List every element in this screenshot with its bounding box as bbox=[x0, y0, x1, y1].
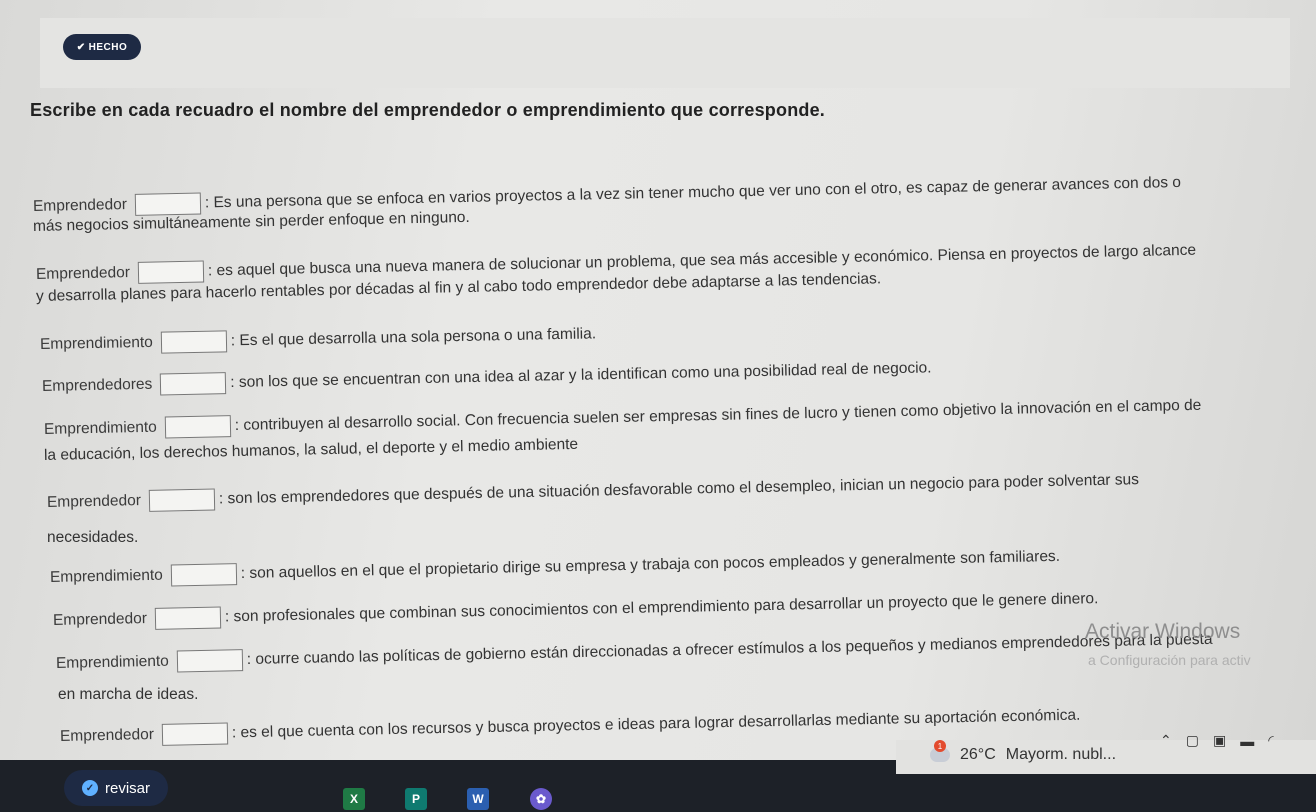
item-label: Emprendedor bbox=[32, 196, 128, 215]
instruction-title: Escribe en cada recuadro el nombre del e… bbox=[30, 100, 826, 120]
item-label: Emprendedores bbox=[41, 375, 153, 395]
paint-icon[interactable]: ✿ bbox=[530, 788, 552, 810]
done-button[interactable]: ✔ HECHO bbox=[63, 34, 141, 60]
answer-box[interactable] bbox=[164, 415, 232, 439]
header-strip bbox=[40, 18, 1290, 88]
answer-box[interactable] bbox=[148, 488, 216, 512]
item-label: Emprendimiento bbox=[39, 333, 153, 353]
meet-icon[interactable]: ▢ bbox=[1186, 732, 1199, 749]
chevron-up-icon[interactable]: ⌃ bbox=[1160, 732, 1172, 749]
wifi-icon[interactable]: ◜ bbox=[1268, 732, 1273, 749]
answer-box[interactable] bbox=[161, 722, 229, 746]
item-label: Emprendimiento bbox=[55, 652, 170, 672]
check-circle-icon: ✓ bbox=[81, 780, 98, 796]
notification-badge: 1 bbox=[934, 740, 946, 752]
item-continuation: necesidades. bbox=[47, 529, 139, 546]
weather-text: Mayorm. nubl... bbox=[1005, 746, 1117, 763]
answer-box[interactable] bbox=[134, 192, 202, 216]
answer-box[interactable] bbox=[176, 649, 244, 673]
item-definition: : Es el que desarrolla una sola persona … bbox=[230, 325, 597, 350]
publisher-icon[interactable]: P bbox=[405, 788, 427, 810]
item-label: Emprendedor bbox=[35, 264, 131, 283]
review-label: revisar bbox=[104, 779, 150, 797]
tray-icons: ⌃ ▢ ▣ ▬ ◜ bbox=[1160, 732, 1274, 749]
item-label: Emprendedor bbox=[59, 726, 155, 745]
answer-box[interactable] bbox=[170, 563, 238, 587]
answer-box[interactable] bbox=[160, 372, 227, 396]
battery-icon[interactable]: ▬ bbox=[1240, 733, 1254, 749]
answer-box[interactable] bbox=[160, 330, 228, 354]
language-icon[interactable]: ▣ bbox=[1213, 732, 1226, 749]
done-label: HECHO bbox=[88, 41, 128, 53]
item-label: Emprendedor bbox=[52, 610, 148, 629]
review-button[interactable]: ✓ revisar bbox=[64, 770, 168, 806]
item-label: Emprendimiento bbox=[49, 566, 164, 586]
cloud-icon: 1 bbox=[930, 740, 950, 762]
activation-watermark-title: Activar Windows bbox=[1085, 620, 1241, 643]
item-label: Emprendedor bbox=[46, 492, 142, 511]
excel-icon[interactable]: X bbox=[343, 788, 365, 810]
answer-box[interactable] bbox=[137, 260, 205, 284]
check-icon: ✔ bbox=[76, 41, 86, 53]
activation-watermark-text: a Configuración para activ bbox=[1088, 652, 1251, 668]
word-icon[interactable]: W bbox=[467, 788, 489, 810]
temperature: 26°C bbox=[960, 746, 996, 763]
weather-widget[interactable]: 1 26°C Mayorm. nubl... bbox=[930, 740, 1117, 764]
item-label: Emprendimiento bbox=[43, 418, 158, 438]
item-continuation: en marcha de ideas. bbox=[58, 686, 199, 703]
answer-box[interactable] bbox=[154, 606, 222, 630]
